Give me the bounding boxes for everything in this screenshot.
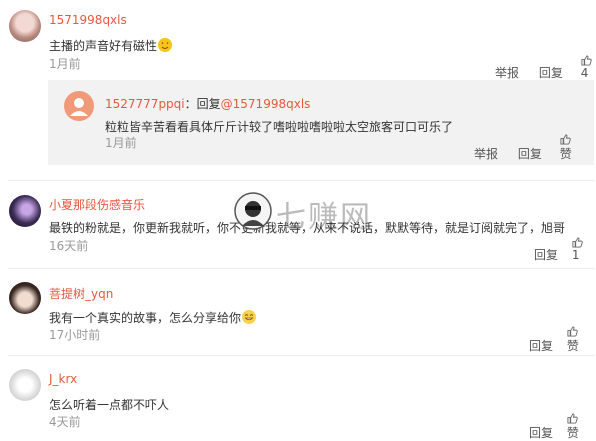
watermark-logo-icon [234,192,272,230]
reply-author[interactable]: 1527777ppqi [105,97,185,111]
reply-report-button[interactable]: 举报 [474,145,498,162]
thumbs-up-icon [560,134,571,145]
like-count: 1 [571,248,580,262]
reply-prefix: ：回复 [184,97,221,111]
comment-text: 主播的声音好有磁性 [49,37,173,54]
avatar[interactable] [9,195,41,227]
comment-text-content: 我有一个真实的故事，怎么分享给你 [49,311,242,325]
username[interactable]: J_krx [49,372,77,386]
report-button[interactable]: 举报 [495,64,519,81]
like-button[interactable]: 1 [572,237,583,262]
reply-username: 1527777ppqi：回复@1571998qxls [105,95,310,112]
like-button[interactable]: 赞 [567,326,579,354]
comment-text-content: 主播的声音好有磁性 [49,39,158,53]
reply-like-label: 赞 [559,147,572,161]
comment-time: 16天前 [49,239,89,253]
reply-avatar[interactable] [64,91,94,121]
comment-time: 17小时前 [49,328,101,342]
like-count: 4 [580,66,589,80]
thumbs-up-icon [567,326,578,337]
username[interactable]: 小夏那段伤感音乐 [49,196,145,213]
reply-reply-button[interactable]: 回复 [518,145,542,162]
reply-actions: 举报 回复 赞 [474,134,572,162]
comment-text: 我有一个真实的故事，怎么分享给你 [49,309,257,326]
avatar[interactable] [9,369,41,401]
like-label: 赞 [566,426,579,440]
comment-actions: 回复 赞 [529,413,579,441]
thumbs-up-icon [567,413,578,424]
like-button[interactable]: 赞 [567,413,579,441]
watermark: 七赚网 [232,190,372,235]
reply-button[interactable]: 回复 [529,424,553,441]
comment-actions: 回复 1 [534,237,583,263]
smiling-emoji-icon [242,310,257,324]
avatar[interactable] [9,282,41,314]
reply-mention[interactable]: @1571998qxls [221,97,311,111]
avatar[interactable] [9,10,41,42]
comment-actions: 回复 赞 [529,326,579,354]
comment-time: 1月前 [49,57,81,71]
reply-like-button[interactable]: 赞 [560,134,572,162]
reply-button[interactable]: 回复 [534,246,558,263]
divider [8,268,594,269]
reply-button[interactable]: 回复 [539,64,563,81]
like-button[interactable]: 4 [581,55,592,80]
comment-time: 4天前 [49,415,81,429]
thumbs-up-icon [572,237,583,248]
comment-text: 怎么听着一点都不吓人 [49,398,170,412]
reply-time: 1月前 [105,136,137,150]
heart-eyes-emoji-icon [158,38,173,52]
username[interactable]: 菩提树_yqn [49,285,113,302]
divider [8,180,594,181]
like-label: 赞 [566,339,579,353]
comment-actions: 举报 回复 4 [495,55,592,81]
divider [8,355,594,356]
reply-button[interactable]: 回复 [529,337,553,354]
reply-text: 粒粒皆辛苦看看具体斤斤计较了嗜啦啦嗜啦啦太空旅客可口可乐了 [105,120,454,134]
username[interactable]: 1571998qxls [49,13,127,27]
thumbs-up-icon [581,55,592,66]
reply-box: 1527777ppqi：回复@1571998qxls 粒粒皆辛苦看看具体斤斤计较… [48,80,594,165]
watermark-text: 七赚网 [276,200,372,235]
